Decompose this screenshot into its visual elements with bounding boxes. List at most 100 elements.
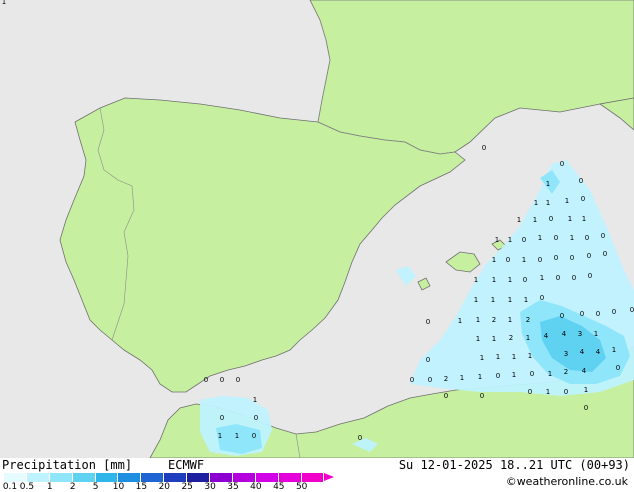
precip-value-label: 1 xyxy=(2,0,6,6)
precip-value-label: 0 xyxy=(572,274,576,282)
precip-value-label: 0 xyxy=(236,376,240,384)
precip-value-label: 1 xyxy=(528,352,532,360)
precip-value-label: 1 xyxy=(512,371,516,379)
product-title: Precipitation [mm] xyxy=(2,458,133,472)
precip-value-label: 0 xyxy=(587,252,591,260)
precip-value-label: 2 xyxy=(444,375,448,383)
precip-value-label: 0 xyxy=(482,144,486,152)
color-scale-tick: 25 xyxy=(181,482,193,492)
precip-value-label: 0 xyxy=(538,256,542,264)
precip-value-label: 1 xyxy=(548,370,552,378)
precip-value-label: 1 xyxy=(594,330,598,338)
precip-value-label: 0 xyxy=(252,432,256,440)
credit-link[interactable]: ©weatheronline.co.uk xyxy=(506,475,628,488)
color-scale-bar xyxy=(4,473,335,482)
precip-value-label: 0 xyxy=(601,232,605,240)
precip-value-label: 0 xyxy=(588,272,592,280)
precip-value-label: 1 xyxy=(458,317,462,325)
precip-value-label: 0 xyxy=(530,370,534,378)
color-scale-swatch xyxy=(26,473,50,482)
precip-value-label: 0 xyxy=(560,312,564,320)
precip-value-label: 4 xyxy=(580,348,585,356)
precip-value-label: 1 xyxy=(492,256,496,264)
color-scale-labels: 0.1 0.5 1 2 5 10 15 20 25 30 35 40 45 50 xyxy=(0,482,340,492)
precip-value-label: 0 xyxy=(556,274,560,282)
color-scale-tick: 50 xyxy=(295,482,308,492)
precip-value-label: 4 xyxy=(544,332,549,340)
color-scale-swatch xyxy=(49,473,73,482)
precip-value-label: 1 xyxy=(582,215,586,223)
precip-value-label: 0 xyxy=(496,372,500,380)
precip-value-label: 3 xyxy=(578,330,582,338)
precip-value-label: 1 xyxy=(540,274,544,282)
precip-value-label: 1 xyxy=(570,234,574,242)
precip-value-label: 3 xyxy=(564,350,568,358)
precip-value-label: 1 xyxy=(253,396,257,404)
precip-value-label: 2 xyxy=(526,316,530,324)
precip-value-label: 1 xyxy=(218,432,222,440)
color-scale-tick: 0.1 xyxy=(2,482,18,492)
precip-value-label: 0 xyxy=(528,388,532,396)
precip-value-label: 1 xyxy=(492,276,496,284)
precip-value-label: 1 xyxy=(508,296,512,304)
precip-value-label: 1 xyxy=(478,373,482,381)
precip-value-label: 1 xyxy=(508,316,512,324)
precip-value-label: 1 xyxy=(512,353,516,361)
precip-value-label: 0 xyxy=(444,392,448,400)
precip-value-label: 1 xyxy=(496,353,500,361)
precip-value-label: 0 xyxy=(603,250,607,258)
precip-value-label: 0 xyxy=(630,306,634,314)
precip-value-label: 0 xyxy=(580,310,584,318)
precip-value-label: 0 xyxy=(554,234,558,242)
precip-value-label: 0 xyxy=(570,254,574,262)
precip-value-label: 1 xyxy=(522,256,526,264)
precip-value-label: 0 xyxy=(581,195,585,203)
color-scale-tick: 15 xyxy=(135,482,148,492)
precip-value-label: 0 xyxy=(523,276,527,284)
color-scale-swatch xyxy=(72,473,96,482)
footer-bar: Precipitation [mm] ECMWF Su 12-01-2025 1… xyxy=(0,458,634,492)
color-scale-swatch xyxy=(118,473,142,482)
precip-value-label: 1 xyxy=(476,335,480,343)
color-scale-swatch xyxy=(301,473,325,482)
color-scale-tick: 1 xyxy=(46,482,53,492)
precip-value-label: 0 xyxy=(560,160,564,168)
precip-value-label: 1 xyxy=(474,276,478,284)
precip-value-label: 4 xyxy=(596,348,601,356)
precip-value-label: 0 xyxy=(564,388,568,396)
precip-value-label: 1 xyxy=(460,374,464,382)
precip-value-label: 0 xyxy=(616,364,620,372)
color-scale-tick: 20 xyxy=(158,482,171,492)
precip-value-label: 1 xyxy=(508,276,512,284)
precip-value-label: 0 xyxy=(358,434,362,442)
color-scale-tick: 30 xyxy=(204,482,216,492)
precip-value-label: 1 xyxy=(517,216,521,224)
precip-value-label: 2 xyxy=(509,334,513,342)
precip-value-label: 1 xyxy=(568,215,572,223)
precip-value-label: 0 xyxy=(584,404,588,412)
color-scale-tick: 2 xyxy=(69,482,76,492)
precip-value-label: 0 xyxy=(522,236,526,244)
precip-value-label: 1 xyxy=(538,234,542,242)
color-scale-swatch xyxy=(95,473,119,482)
precipitation-map: 1 0 0 1 1 1 0 1 1 0 1 1 1 1 0 1 0 1 0 0 1 0 1 0 0 0 0 0 1 1 1 0 1 0 0 0 1 1 1 1… xyxy=(0,0,634,458)
precip-value-label: 1 xyxy=(491,296,495,304)
color-scale-tick: 35 xyxy=(227,482,239,492)
color-scale-swatch xyxy=(141,473,165,482)
precip-value-label: 1 xyxy=(534,199,538,207)
precip-value-label: 0 xyxy=(579,177,583,185)
color-scale-swatch xyxy=(210,473,233,482)
precip-value-label: 1 xyxy=(474,296,478,304)
precip-value-label: 1 xyxy=(546,180,550,188)
color-scale-tick: 40 xyxy=(250,482,262,492)
valid-time: Su 12-01-2025 18..21 UTC (00+93) xyxy=(398,458,630,472)
precip-value-label: 0 xyxy=(596,310,600,318)
precip-value-label: 1 xyxy=(533,216,537,224)
precip-value-label: 0 xyxy=(612,308,616,316)
precip-value-label: 1 xyxy=(546,199,550,207)
color-scale-tick: 5 xyxy=(92,482,99,492)
color-scale-swatch xyxy=(187,473,211,482)
precip-value-label: 0 xyxy=(426,318,430,326)
precip-value-label: 0 xyxy=(220,376,224,384)
precip-value-label: 0 xyxy=(204,376,208,384)
